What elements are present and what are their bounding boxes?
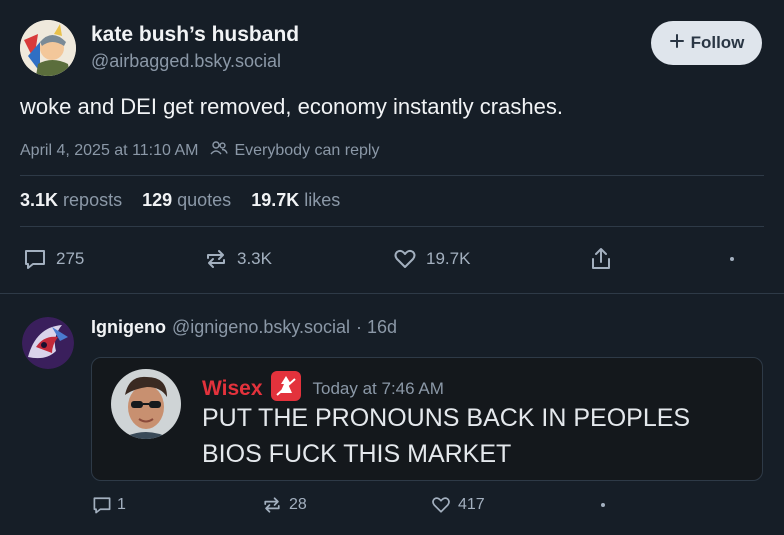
reply-header: Ignigeno @ignigeno.bsky.social · 16d xyxy=(91,317,397,338)
reply-repost-button[interactable]: 28 xyxy=(261,494,307,516)
embed-text-line-2: BIOS FUCK THIS MARKET xyxy=(202,440,512,468)
more-button[interactable] xyxy=(728,257,736,261)
reply-display-name[interactable]: Ignigeno xyxy=(91,317,166,338)
author-avatar[interactable] xyxy=(20,20,76,76)
follow-button[interactable]: Follow xyxy=(651,21,762,65)
plus-icon xyxy=(669,33,685,54)
like-count: 19.7K xyxy=(426,249,471,268)
reply-more-button[interactable] xyxy=(599,503,607,507)
quotes-count: 129 xyxy=(142,190,173,210)
follow-label: Follow xyxy=(690,33,745,52)
stats-row: 3.1K reposts 129 quotes 19.7K likes xyxy=(20,190,340,211)
app-badge-icon xyxy=(270,371,301,406)
reply-reply-button[interactable]: 1 xyxy=(91,494,126,516)
likes-stat[interactable]: 19.7K likes xyxy=(251,190,340,211)
author-handle[interactable]: @airbagged.bsky.social xyxy=(91,51,281,72)
post-timestamp[interactable]: April 4, 2025 at 11:10 AM xyxy=(20,142,198,160)
likes-count: 19.7K xyxy=(251,190,300,210)
divider xyxy=(0,293,784,294)
divider xyxy=(20,175,764,176)
reply-icon xyxy=(91,494,113,516)
quotes-label: quotes xyxy=(177,190,232,210)
heart-icon xyxy=(430,494,452,516)
more-icon xyxy=(601,503,605,507)
repost-count: 3.3K xyxy=(237,249,272,268)
more-icon xyxy=(730,257,734,261)
heart-icon xyxy=(392,246,418,272)
quotes-stat[interactable]: 129 quotes xyxy=(142,190,231,211)
reposts-count: 3.1K xyxy=(20,190,59,210)
author-display-name[interactable]: kate bush’s husband xyxy=(91,23,299,47)
reply-like-button[interactable]: 417 xyxy=(430,494,485,516)
reply-button[interactable]: 275 xyxy=(22,246,84,272)
likes-label: likes xyxy=(304,190,341,210)
embed-author-avatar xyxy=(111,369,181,439)
reply-age: · 16d xyxy=(356,317,398,337)
embed-time: Today at 7:46 AM xyxy=(312,378,444,398)
like-button[interactable]: 19.7K xyxy=(392,246,470,272)
reply-like-count: 417 xyxy=(458,496,485,513)
divider xyxy=(20,226,764,227)
post-text: woke and DEI get removed, economy instan… xyxy=(20,94,563,119)
post-meta-row: April 4, 2025 at 11:10 AM Everybody can … xyxy=(20,140,379,161)
repost-icon xyxy=(261,494,283,516)
reply-reply-count: 1 xyxy=(117,496,126,513)
people-icon xyxy=(210,140,229,161)
reposts-label: reposts xyxy=(63,190,123,210)
embed-header: Wisex Today at 7:46 AM xyxy=(202,371,444,406)
reposts-stat[interactable]: 3.1K reposts xyxy=(20,190,122,211)
share-button[interactable] xyxy=(588,245,614,273)
reply-author-avatar[interactable] xyxy=(22,317,74,369)
reply-icon xyxy=(22,246,48,272)
share-icon xyxy=(588,245,614,273)
embed-text-line-1: PUT THE PRONOUNS BACK IN PEOPLES xyxy=(202,404,691,432)
repost-button[interactable]: 3.3K xyxy=(203,246,272,272)
reply-setting-label: Everybody can reply xyxy=(234,141,380,159)
reply-handle[interactable]: @ignigeno.bsky.social xyxy=(172,317,350,338)
reply-setting: Everybody can reply xyxy=(210,140,379,161)
reply-embed-image[interactable]: Wisex Today at 7:46 AM PUT THE PRONOUNS … xyxy=(91,357,763,481)
embed-author-name: Wisex xyxy=(202,376,263,400)
reply-count: 275 xyxy=(56,249,85,268)
repost-icon xyxy=(203,246,229,272)
reply-repost-count: 28 xyxy=(289,496,307,513)
